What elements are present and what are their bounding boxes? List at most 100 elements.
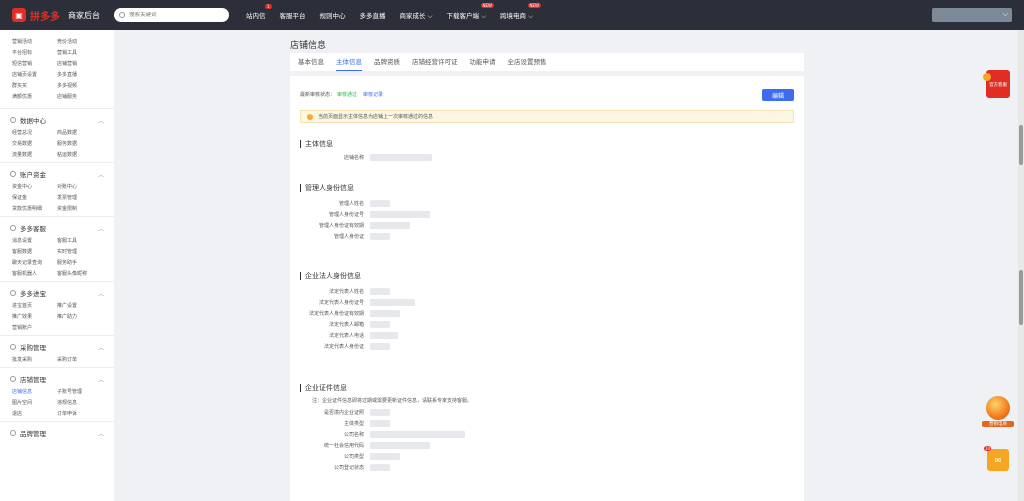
sidebar-link[interactable]: 商品数据 [57, 129, 102, 136]
section-legal-rep-identity: 企业法人身份信息 法定代表人姓名 法定代表人身份证号 法定代表人身份证有效期 法… [300, 272, 415, 352]
section-manager-identity: 管理人身份信息 管理人姓名 管理人身份证号 管理人身份证有效期 管理人身份证 [300, 184, 430, 242]
sidebar-link[interactable]: 退店 [12, 410, 57, 417]
group-header[interactable]: 多多客服 ︿ [0, 222, 114, 234]
field-row: 管理人身份证 [300, 231, 430, 242]
user-account[interactable] [932, 8, 1012, 22]
sidebar-link[interactable]: 平台招标 [12, 49, 57, 56]
sidebar-link[interactable]: 竞价活动 [57, 38, 102, 45]
group-header[interactable]: 数据中心 ︿ [0, 114, 114, 126]
sidebar-link[interactable]: 资金限制 [57, 205, 102, 212]
sidebar-link[interactable]: 满额优惠 [12, 93, 57, 100]
marketing-widget[interactable]: 营销电商 [982, 396, 1014, 432]
section-title: 企业证件信息 [300, 384, 472, 392]
group-header[interactable]: 采购管理 ︿ [0, 341, 114, 353]
official-support-button[interactable]: 官方客服 [983, 70, 1010, 98]
group-header[interactable]: 账户资金 ︿ [0, 168, 114, 180]
page-scrollbar[interactable] [1018, 30, 1024, 501]
sidebar-link-store-info[interactable]: 店铺信息 [12, 388, 57, 395]
sidebar-link[interactable]: 聊天记录查询 [12, 259, 57, 266]
sidebar-link[interactable]: 粘运数据 [57, 151, 102, 158]
nav-merchant-growth[interactable]: 商家成长 ⌵ [400, 10, 433, 21]
field-row: 管理人身份证有效期 [300, 220, 430, 231]
mail-icon: ✉ [994, 455, 1002, 465]
group-header[interactable]: 店铺管理 ︿ [0, 373, 114, 385]
sidebar-link[interactable]: 服务助手 [57, 259, 102, 266]
wallet-icon [10, 171, 16, 177]
sidebar-link[interactable]: 营销活动 [12, 38, 57, 45]
logo-subtitle: 商家后台 [68, 10, 100, 20]
search-input[interactable] [129, 12, 224, 18]
section-title: 企业法人身份信息 [300, 272, 415, 280]
redacted-value [370, 343, 390, 350]
nav-rules-center[interactable]: 规则中心 [320, 10, 346, 20]
redacted-value [370, 420, 390, 427]
sidebar-link[interactable]: 经营总况 [12, 129, 57, 136]
sidebar-link[interactable]: 采购订单 [57, 356, 102, 363]
sidebar-link[interactable]: 多多视频 [57, 82, 102, 89]
tab-entity-info[interactable]: 主体信息 [336, 53, 362, 71]
sidebar-link[interactable]: 营销账户 [12, 324, 57, 331]
nav-inbox[interactable]: 站内信 1 [246, 4, 272, 20]
sidebar-link[interactable]: 客服头像昵称 [57, 270, 102, 277]
sidebar-link[interactable]: 服务数据 [57, 140, 102, 147]
sidebar-group-brand-management: 品牌管理 ︿ [0, 421, 114, 443]
sidebar-link[interactable]: 推广助力 [57, 313, 102, 320]
sidebar-link[interactable]: 营销工具 [57, 49, 102, 56]
sidebar-link[interactable]: 交易数据 [12, 140, 57, 147]
tab-presale-settings[interactable]: 全店设置预售 [508, 53, 547, 71]
sidebar-link[interactable]: 图片空间 [12, 399, 57, 406]
sidebar-link[interactable]: 货款优惠明细 [12, 205, 57, 212]
sidebar-link[interactable]: 违规信息 [57, 399, 102, 406]
nav-download-client[interactable]: 下载客户端 ⌵ NEW [447, 2, 494, 21]
tab-business-license[interactable]: 店铺经营许可证 [412, 53, 458, 71]
sidebar-link[interactable]: 多多直播 [57, 71, 102, 78]
sidebar-link[interactable]: 消息设置 [12, 237, 57, 244]
scrollbar-thumb[interactable] [1019, 125, 1023, 165]
redacted-value [370, 200, 390, 207]
group-header[interactable]: 多多进宝 ︿ [0, 287, 114, 299]
sidebar-link[interactable]: 短信营销 [12, 60, 57, 67]
edit-button[interactable]: 编辑 [762, 89, 794, 101]
sidebar-link[interactable]: 进宝首页 [12, 302, 57, 309]
tab-basic-info[interactable]: 基本信息 [298, 53, 324, 71]
logo-text: 拼多多 [30, 11, 60, 23]
sidebar-link[interactable]: 推广效果 [12, 313, 57, 320]
sidebar-link[interactable]: 客服数据 [12, 248, 57, 255]
search-box[interactable] [114, 8, 229, 22]
sidebar-link[interactable]: 流量数据 [12, 151, 57, 158]
redacted-value [370, 442, 430, 449]
sidebar-link[interactable]: 对账中心 [57, 183, 102, 190]
field-row: 管理人姓名 [300, 198, 430, 209]
redacted-value [370, 321, 390, 328]
sidebar-link[interactable]: 客服工具 [57, 237, 102, 244]
field-row: 统一社会信用代码 [300, 440, 472, 451]
sidebar-link[interactable]: 批发采购 [12, 356, 57, 363]
sidebar-link[interactable]: 子账号管理 [57, 388, 102, 395]
sidebar-link[interactable]: 保证金 [12, 194, 57, 201]
group-header[interactable]: 品牌管理 ︿ [0, 427, 114, 439]
nav-live[interactable]: 多多直播 [360, 10, 386, 20]
sidebar-link[interactable]: 群买买 [12, 82, 57, 89]
tab-brand-qualification[interactable]: 品牌资质 [374, 53, 400, 71]
chevron-down-icon[interactable]: ⌵ [1003, 10, 1008, 19]
review-record-link[interactable]: 审核记录 [363, 91, 383, 98]
sidebar-link[interactable]: 店铺服务 [57, 93, 102, 100]
sidebar-link[interactable]: 推广设置 [57, 302, 102, 309]
redacted-value [370, 288, 390, 295]
sidebar-link[interactable]: 订单申诉 [57, 410, 102, 417]
sidebar-link[interactable]: 店铺营销 [57, 60, 102, 67]
sidebar-link[interactable]: 实时管理 [57, 248, 102, 255]
tab-feature-application[interactable]: 功能申请 [470, 53, 496, 71]
scrollbar-thumb[interactable] [1019, 270, 1023, 325]
sidebar-link[interactable]: 资金中心 [12, 183, 57, 190]
sidebar-group-duoduo-jinbao: 多多进宝 ︿ 进宝首页 推广设置 推广效果 推广助力 营销账户 [0, 281, 114, 335]
sidebar-link[interactable]: 发票管理 [57, 194, 102, 201]
nav-cross-border[interactable]: 跨境电商 ⌵ NEW [500, 2, 541, 21]
sidebar-link[interactable]: 客服机器人 [12, 270, 57, 277]
nav-customer-service[interactable]: 客服平台 [280, 10, 306, 20]
redacted-value [370, 453, 400, 460]
status-badge: 审核通过 [337, 92, 358, 98]
sidebar-link[interactable]: 店铺页设置 [12, 71, 57, 78]
logo[interactable]: ▣ 拼多多 商家后台 [12, 8, 100, 23]
mail-button[interactable]: 10 ✉ [984, 446, 1009, 471]
